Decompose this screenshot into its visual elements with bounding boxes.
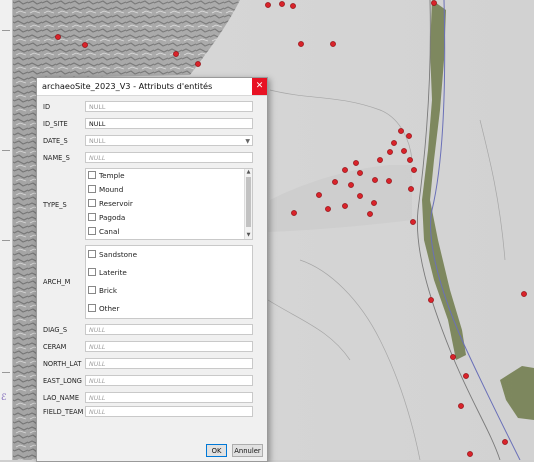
checkbox[interactable] [88,213,96,221]
checkbox[interactable] [88,227,96,235]
field-label-arch-m: ARCH_M [43,278,71,286]
panel-divider [2,150,10,151]
checkbox[interactable] [88,268,96,276]
list-item[interactable]: Pagoda [88,212,125,224]
diag-s-field[interactable]: NULL [85,324,253,335]
list-item[interactable]: Mound [88,184,123,196]
checkbox[interactable] [88,286,96,294]
scroll-thumb[interactable] [246,177,251,227]
checkbox[interactable] [88,250,96,258]
panel-divider [2,372,10,373]
checkbox[interactable] [88,304,96,312]
list-item[interactable]: Canal [88,226,119,238]
field-label-name-s: NAME_S [43,154,70,162]
ceram-field[interactable]: NULL [85,341,253,352]
field-label-ceram: CERAM [43,343,67,351]
east-long-field[interactable]: NULL [85,375,253,386]
field-label-diag-s: DIAG_S [43,326,68,334]
field-label-north-lat: NORTH_LAT [43,360,82,368]
cancel-button[interactable]: Annuler [232,444,263,457]
field-label-id-site: ID_SITE [43,120,68,128]
layer-symbol-icon[interactable]: ℰ [1,393,6,403]
field-label-type-s: TYPE_S [43,201,67,209]
scroll-up-icon[interactable]: ▲ [245,169,252,176]
panel-divider [2,240,10,241]
list-item[interactable]: Reservoir [88,198,133,210]
checkbox[interactable] [88,199,96,207]
field-team-field[interactable]: NULL [85,406,253,417]
left-panel-strip[interactable]: ℰ [0,0,13,460]
north-lat-field[interactable]: NULL [85,358,253,369]
type-s-list[interactable]: Temple Mound Reservoir Pagoda Canal ▲ ▼ [85,168,253,240]
field-label-id: ID [43,103,51,111]
field-label-lao-name: LAO_NAME [43,394,80,402]
list-item[interactable]: Laterite [88,267,127,279]
field-label-date-s: DATE_S [43,137,68,145]
field-label-east-long: EAST_LONG [43,377,82,385]
id-field[interactable]: NULL [85,101,253,112]
list-item[interactable]: Other [88,303,119,315]
type-s-scrollbar[interactable]: ▲ ▼ [244,169,252,239]
lao-name-field[interactable]: NULL [85,392,253,403]
scroll-down-icon[interactable]: ▼ [245,232,252,239]
attributes-dialog: archaeoSite_2023_V3 - Attributs d'entité… [36,77,268,462]
field-label-field-team: FIELD_TEAM [43,408,84,416]
panel-divider [2,30,10,31]
checkbox[interactable] [88,185,96,193]
dialog-titlebar[interactable]: archaeoSite_2023_V3 - Attributs d'entité… [37,78,267,96]
name-s-field[interactable]: NULL [85,152,253,163]
close-icon[interactable]: ✕ [252,78,267,95]
arch-m-list[interactable]: Sandstone Laterite Brick Other [85,245,253,319]
date-s-value: NULL [89,138,106,145]
list-item[interactable]: Brick [88,285,117,297]
list-item[interactable]: Temple [88,170,125,182]
chevron-down-icon[interactable]: ▼ [245,136,250,147]
id-site-field[interactable]: NULL [85,118,253,129]
date-s-combo[interactable]: NULL ▼ [85,135,253,146]
dialog-title: archaeoSite_2023_V3 - Attributs d'entité… [42,81,213,91]
list-item[interactable]: Sandstone [88,249,137,261]
ok-button[interactable]: OK [206,444,227,457]
checkbox[interactable] [88,171,96,179]
